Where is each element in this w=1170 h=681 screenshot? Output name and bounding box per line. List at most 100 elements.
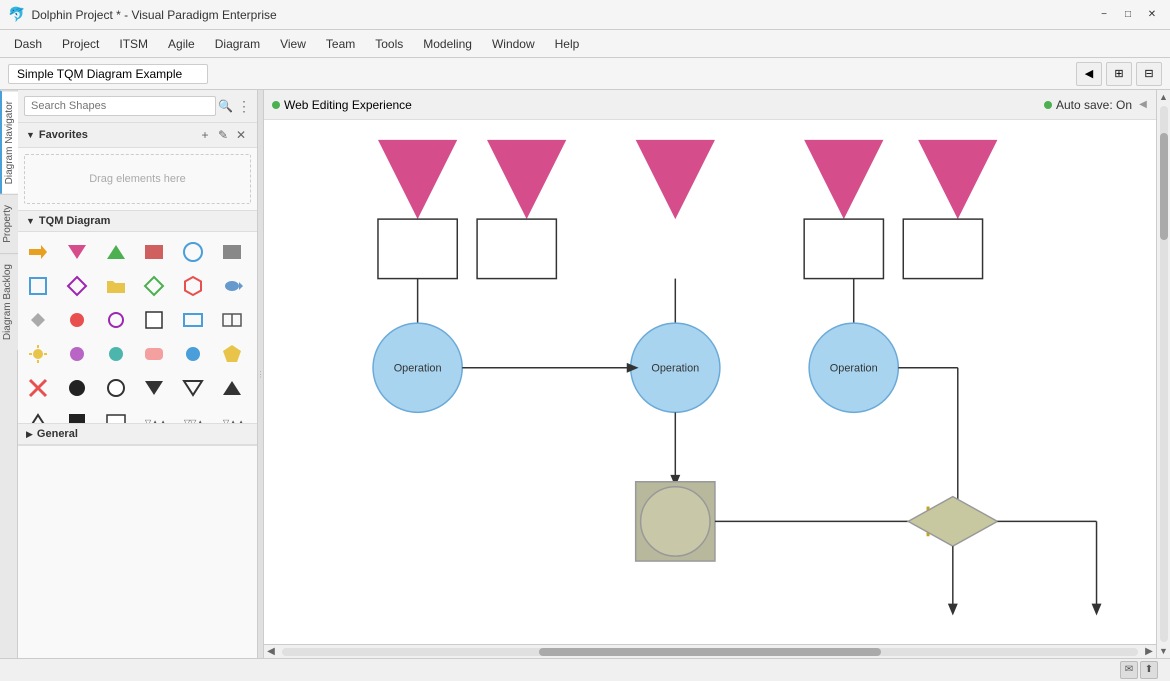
menu-dash[interactable]: Dash <box>4 33 52 55</box>
minimize-button[interactable]: − <box>1094 5 1114 25</box>
mail-icon[interactable]: ✉ <box>1120 661 1138 679</box>
shape-diamond-small[interactable] <box>22 304 54 336</box>
shape-sun[interactable] <box>22 338 54 370</box>
favorites-header[interactable]: ▼ Favorites + ✎ ✕ <box>18 123 257 148</box>
funnel-5[interactable] <box>918 140 997 219</box>
shape-text1[interactable]: ▽▲▲ <box>138 406 170 423</box>
input-box-5[interactable] <box>903 219 982 278</box>
shape-triangle-down-outline[interactable] <box>177 372 209 404</box>
shape-square-black[interactable] <box>61 406 93 423</box>
input-box-4[interactable] <box>804 219 883 278</box>
toolbar-layout-btn[interactable]: ⊟ <box>1136 62 1162 86</box>
menu-view[interactable]: View <box>270 33 316 55</box>
input-box-2[interactable] <box>477 219 556 278</box>
input-box-1[interactable] <box>378 219 457 278</box>
vtab-diagram-navigator[interactable]: Diagram Navigator <box>0 90 18 194</box>
scroll-down-btn[interactable]: ▼ <box>1157 644 1170 658</box>
shape-triangle-up2[interactable] <box>216 372 248 404</box>
scroll-right-btn[interactable]: ▶ <box>1142 646 1156 657</box>
vtab-diagram-backlog[interactable]: Diagram Backlog <box>0 253 18 350</box>
search-icon[interactable]: 🔍 <box>218 99 233 113</box>
canvas-collapse-btn[interactable]: ◀ <box>1138 90 1148 119</box>
toolbar-grid-btn[interactable]: ⊞ <box>1106 62 1132 86</box>
scroll-track-y[interactable] <box>1160 106 1168 642</box>
favorites-section: ▼ Favorites + ✎ ✕ Drag elements here <box>18 123 257 211</box>
toolbar: Simple TQM Diagram Example ◀ ⊞ ⊟ <box>0 58 1170 90</box>
general-label: General <box>37 428 249 440</box>
funnel-3[interactable] <box>636 140 715 219</box>
menu-modeling[interactable]: Modeling <box>413 33 482 55</box>
tqm-header[interactable]: ▼ TQM Diagram <box>18 211 257 232</box>
menu-window[interactable]: Window <box>482 33 545 55</box>
shape-circle-teal[interactable] <box>100 338 132 370</box>
tqm-arrow-icon: ▼ <box>26 216 35 226</box>
shape-diamond-purple[interactable] <box>61 270 93 302</box>
shape-rectangle-gray[interactable] <box>216 236 248 268</box>
funnel-2[interactable] <box>487 140 566 219</box>
shape-circle-purple[interactable] <box>100 304 132 336</box>
scroll-thumb-x[interactable] <box>539 648 881 656</box>
diagram-name: Simple TQM Diagram Example <box>8 64 208 84</box>
toolbar-back-btn[interactable]: ◀ <box>1076 62 1102 86</box>
shape-rect-split[interactable] <box>216 304 248 336</box>
menu-project[interactable]: Project <box>52 33 109 55</box>
shape-rounded-rect[interactable] <box>138 338 170 370</box>
shape-triangle-up[interactable] <box>100 236 132 268</box>
menu-bar: Dash Project ITSM Agile Diagram View Tea… <box>0 30 1170 58</box>
step-circle[interactable] <box>641 487 710 556</box>
scroll-up-btn[interactable]: ▲ <box>1157 90 1170 104</box>
menu-tools[interactable]: Tools <box>365 33 413 55</box>
shape-circle-red[interactable] <box>61 304 93 336</box>
shape-circle-purple2[interactable] <box>61 338 93 370</box>
shape-arrow-right[interactable] <box>22 236 54 268</box>
favorites-edit-btn[interactable]: ✎ <box>215 127 231 143</box>
shape-text3[interactable]: ▽▲▲ <box>216 406 248 423</box>
menu-help[interactable]: Help <box>545 33 590 55</box>
shape-rect-outline2[interactable] <box>100 406 132 423</box>
menu-diagram[interactable]: Diagram <box>205 33 270 55</box>
scroll-track-x[interactable] <box>282 648 1138 656</box>
shape-square-outline[interactable] <box>22 270 54 302</box>
shape-triangle-down[interactable] <box>61 236 93 268</box>
scroll-left-btn[interactable]: ◀ <box>264 646 278 657</box>
shape-square-white[interactable] <box>138 304 170 336</box>
maximize-button[interactable]: □ <box>1118 5 1138 25</box>
general-header[interactable]: ▶ General <box>18 424 257 445</box>
shape-rectangle[interactable] <box>138 236 170 268</box>
op3-label: Operation <box>830 363 878 375</box>
shape-fish[interactable] <box>216 270 248 302</box>
favorites-add-btn[interactable]: + <box>197 127 213 143</box>
auto-save-dot-icon <box>1044 101 1052 109</box>
shape-rect-outline[interactable] <box>177 304 209 336</box>
diagram-svg: Operation Operation Operation <box>264 120 1156 644</box>
favorites-close-btn[interactable]: ✕ <box>233 127 249 143</box>
more-options-icon[interactable]: ⋮ <box>237 98 251 115</box>
decision-diamond[interactable] <box>908 497 997 547</box>
shape-text2[interactable]: ▽▽▲ <box>177 406 209 423</box>
shape-x-cross[interactable] <box>22 372 54 404</box>
close-button[interactable]: ✕ <box>1142 5 1162 25</box>
shape-circle-empty[interactable] <box>100 372 132 404</box>
canvas-scrollbar-x[interactable]: ◀ ▶ <box>264 644 1156 658</box>
shape-folder[interactable] <box>100 270 132 302</box>
funnel-4[interactable] <box>804 140 883 219</box>
shape-triangle-down2[interactable] <box>138 372 170 404</box>
vtab-property[interactable]: Property <box>0 194 18 253</box>
menu-itsm[interactable]: ITSM <box>109 33 158 55</box>
menu-team[interactable]: Team <box>316 33 365 55</box>
scroll-thumb-y[interactable] <box>1160 133 1168 240</box>
export-icon[interactable]: ⬆ <box>1140 661 1158 679</box>
menu-agile[interactable]: Agile <box>158 33 205 55</box>
shape-circle-blue[interactable] <box>177 338 209 370</box>
funnel-1[interactable] <box>378 140 457 219</box>
search-input[interactable] <box>24 96 216 116</box>
shape-circle[interactable] <box>177 236 209 268</box>
canvas-area[interactable]: Operation Operation Operation <box>264 120 1156 644</box>
title-bar-left: 🐬 Dolphin Project * - Visual Paradigm En… <box>8 6 277 23</box>
shape-triangle-outline[interactable] <box>22 406 54 423</box>
shape-pentagon[interactable] <box>216 338 248 370</box>
shape-hexagon[interactable] <box>177 270 209 302</box>
canvas-scrollbar-y[interactable]: ▲ ▼ <box>1156 90 1170 658</box>
shape-circle-black[interactable] <box>61 372 93 404</box>
shape-diamond-outline[interactable] <box>138 270 170 302</box>
